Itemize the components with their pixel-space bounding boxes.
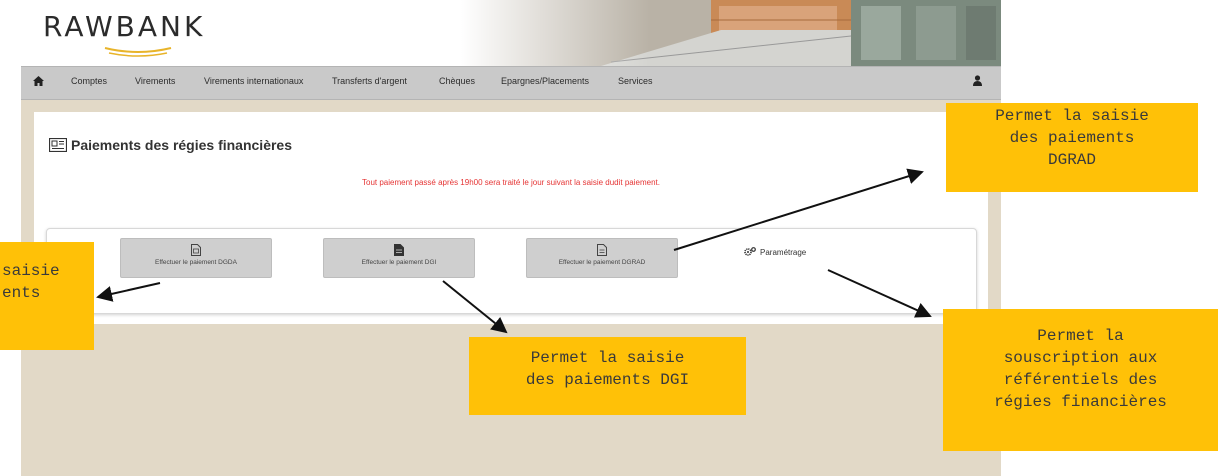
callout-dgrad: Permet la saisie des paiements DGRAD [946, 103, 1198, 192]
callout-dgda-text: saisie ents [2, 262, 60, 302]
arrow-param [827, 269, 932, 318]
arrow-dgrad [673, 168, 924, 251]
arrow-dgi [442, 280, 508, 334]
callout-param: Permet la souscription aux référentiels … [943, 309, 1218, 451]
callout-dgda: saisie ents [0, 242, 94, 350]
arrow-dgda [96, 282, 161, 302]
callout-dgi: Permet la saisie des paiements DGI [469, 337, 746, 415]
